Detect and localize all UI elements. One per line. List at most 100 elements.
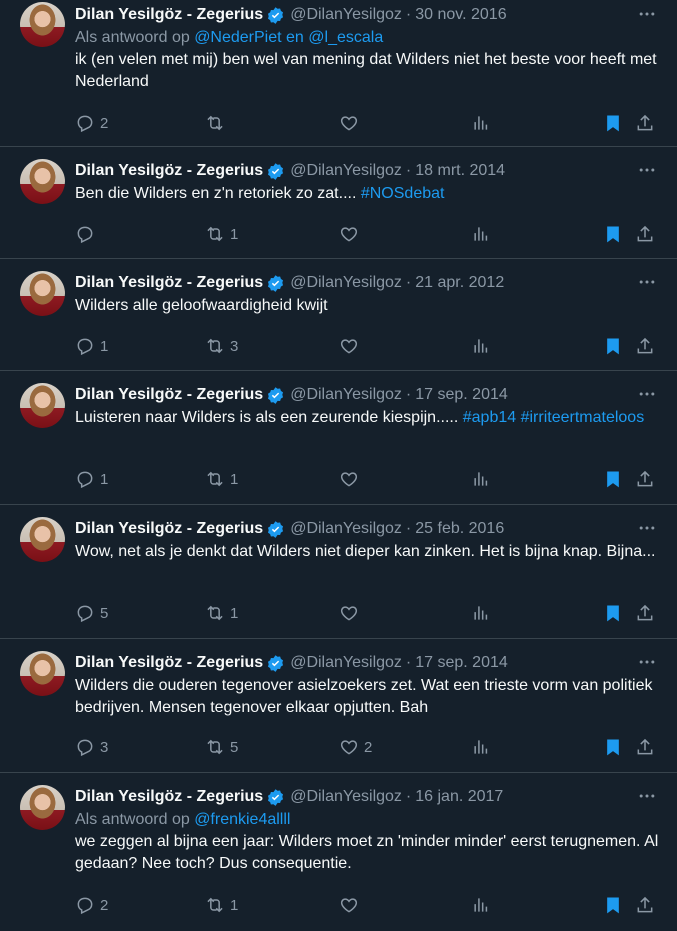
tweet-date[interactable]: 16 jan. 2017 <box>415 788 503 806</box>
tweet-date[interactable]: 17 sep. 2014 <box>415 654 508 672</box>
more-options-icon[interactable] <box>637 272 657 292</box>
views-button[interactable] <box>471 222 491 246</box>
retweet-button[interactable]: 1 <box>205 601 238 625</box>
tweet-text: we zeggen al bijna een jaar: Wilders moe… <box>75 831 661 875</box>
like-button[interactable] <box>339 893 364 917</box>
retweet-button[interactable] <box>205 111 230 135</box>
author-handle[interactable]: @DilanYesilgoz <box>290 386 402 404</box>
tweet[interactable]: Dilan Yesilgöz - Zegerius @DilanYesilgoz… <box>0 505 677 639</box>
retweet-button[interactable]: 5 <box>205 735 238 759</box>
more-options-icon[interactable] <box>637 4 657 24</box>
retweet-button[interactable]: 3 <box>205 334 238 358</box>
heart-icon <box>340 606 358 621</box>
like-button[interactable] <box>339 601 364 625</box>
retweet-button[interactable]: 1 <box>205 222 238 246</box>
more-options-icon[interactable] <box>637 160 657 180</box>
reply-button[interactable]: 1 <box>75 334 108 358</box>
verified-badge-icon <box>268 386 284 404</box>
views-button[interactable] <box>471 893 491 917</box>
author-handle[interactable]: @DilanYesilgoz <box>290 274 402 292</box>
author-handle[interactable]: @DilanYesilgoz <box>290 788 402 806</box>
avatar[interactable] <box>20 159 65 204</box>
separator-dot: · <box>405 654 412 671</box>
bookmark-button[interactable] <box>603 222 623 246</box>
bookmark-button[interactable] <box>603 111 623 135</box>
author-name[interactable]: Dilan Yesilgöz - Zegerius <box>75 520 263 538</box>
bookmark-button[interactable] <box>603 334 623 358</box>
share-button[interactable] <box>635 111 655 135</box>
author-handle[interactable]: @DilanYesilgoz <box>290 162 402 180</box>
author-handle[interactable]: @DilanYesilgoz <box>290 520 402 538</box>
bookmark-button[interactable] <box>603 893 623 917</box>
avatar[interactable] <box>20 651 65 696</box>
like-count: 2 <box>364 738 373 756</box>
author-name[interactable]: Dilan Yesilgöz - Zegerius <box>75 386 263 404</box>
bookmark-button[interactable] <box>603 735 623 759</box>
like-button[interactable] <box>339 334 364 358</box>
reply-button[interactable]: 2 <box>75 893 108 917</box>
share-button[interactable] <box>635 735 655 759</box>
reply-count: 1 <box>100 337 109 355</box>
views-button[interactable] <box>471 735 491 759</box>
views-chart-icon <box>474 898 488 912</box>
share-button[interactable] <box>635 467 655 491</box>
tweet-date[interactable]: 21 apr. 2012 <box>415 274 504 292</box>
tweet[interactable]: Dilan Yesilgöz - Zegerius @DilanYesilgoz… <box>0 773 677 931</box>
reply-mentions[interactable]: @frenkie4allll <box>194 811 290 828</box>
tweet[interactable]: Dilan Yesilgöz - Zegerius @DilanYesilgoz… <box>0 259 677 371</box>
avatar[interactable] <box>20 383 65 428</box>
author-handle[interactable]: @DilanYesilgoz <box>290 654 402 672</box>
views-button[interactable] <box>471 467 491 491</box>
retweet-icon <box>207 115 223 131</box>
views-button[interactable] <box>471 334 491 358</box>
more-options-icon[interactable] <box>637 518 657 538</box>
hashtag[interactable]: #NOSdebat <box>361 185 445 202</box>
share-button[interactable] <box>635 601 655 625</box>
like-button[interactable]: 2 <box>339 735 372 759</box>
avatar[interactable] <box>20 271 65 316</box>
author-name[interactable]: Dilan Yesilgöz - Zegerius <box>75 162 263 180</box>
tweet[interactable]: Dilan Yesilgöz - Zegerius @DilanYesilgoz… <box>0 0 677 147</box>
retweet-button[interactable]: 1 <box>205 893 238 917</box>
author-name[interactable]: Dilan Yesilgöz - Zegerius <box>75 274 263 292</box>
reply-button[interactable]: 1 <box>75 467 108 491</box>
reply-button[interactable]: 5 <box>75 601 108 625</box>
reply-button[interactable]: 3 <box>75 735 108 759</box>
more-options-icon[interactable] <box>637 652 657 672</box>
like-button[interactable] <box>339 467 364 491</box>
author-handle[interactable]: @DilanYesilgoz <box>290 6 402 24</box>
reply-mentions[interactable]: @NederPiet en @l_escala <box>194 29 383 46</box>
bookmark-button[interactable] <box>603 467 623 491</box>
avatar[interactable] <box>20 2 65 47</box>
tweet[interactable]: Dilan Yesilgöz - Zegerius @DilanYesilgoz… <box>0 147 677 259</box>
retweet-button[interactable]: 1 <box>205 467 238 491</box>
author-name[interactable]: Dilan Yesilgöz - Zegerius <box>75 654 263 672</box>
more-options-icon[interactable] <box>637 786 657 806</box>
more-options-icon[interactable] <box>637 384 657 404</box>
tweet-date[interactable]: 30 nov. 2016 <box>415 6 506 24</box>
tweet-date[interactable]: 25 feb. 2016 <box>415 520 504 538</box>
bookmark-button[interactable] <box>603 601 623 625</box>
like-button[interactable] <box>339 111 364 135</box>
views-button[interactable] <box>471 601 491 625</box>
tweet[interactable]: Dilan Yesilgöz - Zegerius @DilanYesilgoz… <box>0 371 677 505</box>
views-button[interactable] <box>471 111 491 135</box>
avatar[interactable] <box>20 517 65 562</box>
heart-icon <box>340 227 358 242</box>
author-name[interactable]: Dilan Yesilgöz - Zegerius <box>75 6 263 24</box>
bookmark-icon <box>607 605 619 622</box>
author-name[interactable]: Dilan Yesilgöz - Zegerius <box>75 788 263 806</box>
hashtag[interactable]: #apb14 #irriteertmateloos <box>463 409 644 426</box>
share-button[interactable] <box>635 334 655 358</box>
tweet[interactable]: Dilan Yesilgöz - Zegerius @DilanYesilgoz… <box>0 639 677 773</box>
tweet-text-body: ik (en velen met mij) ben wel van mening… <box>75 51 657 90</box>
tweet-date[interactable]: 18 mrt. 2014 <box>415 162 505 180</box>
reply-button[interactable] <box>75 222 100 246</box>
reply-button[interactable]: 2 <box>75 111 108 135</box>
like-button[interactable] <box>339 222 364 246</box>
share-icon <box>637 738 653 755</box>
avatar[interactable] <box>20 785 65 830</box>
share-button[interactable] <box>635 893 655 917</box>
share-button[interactable] <box>635 222 655 246</box>
tweet-date[interactable]: 17 sep. 2014 <box>415 386 508 404</box>
